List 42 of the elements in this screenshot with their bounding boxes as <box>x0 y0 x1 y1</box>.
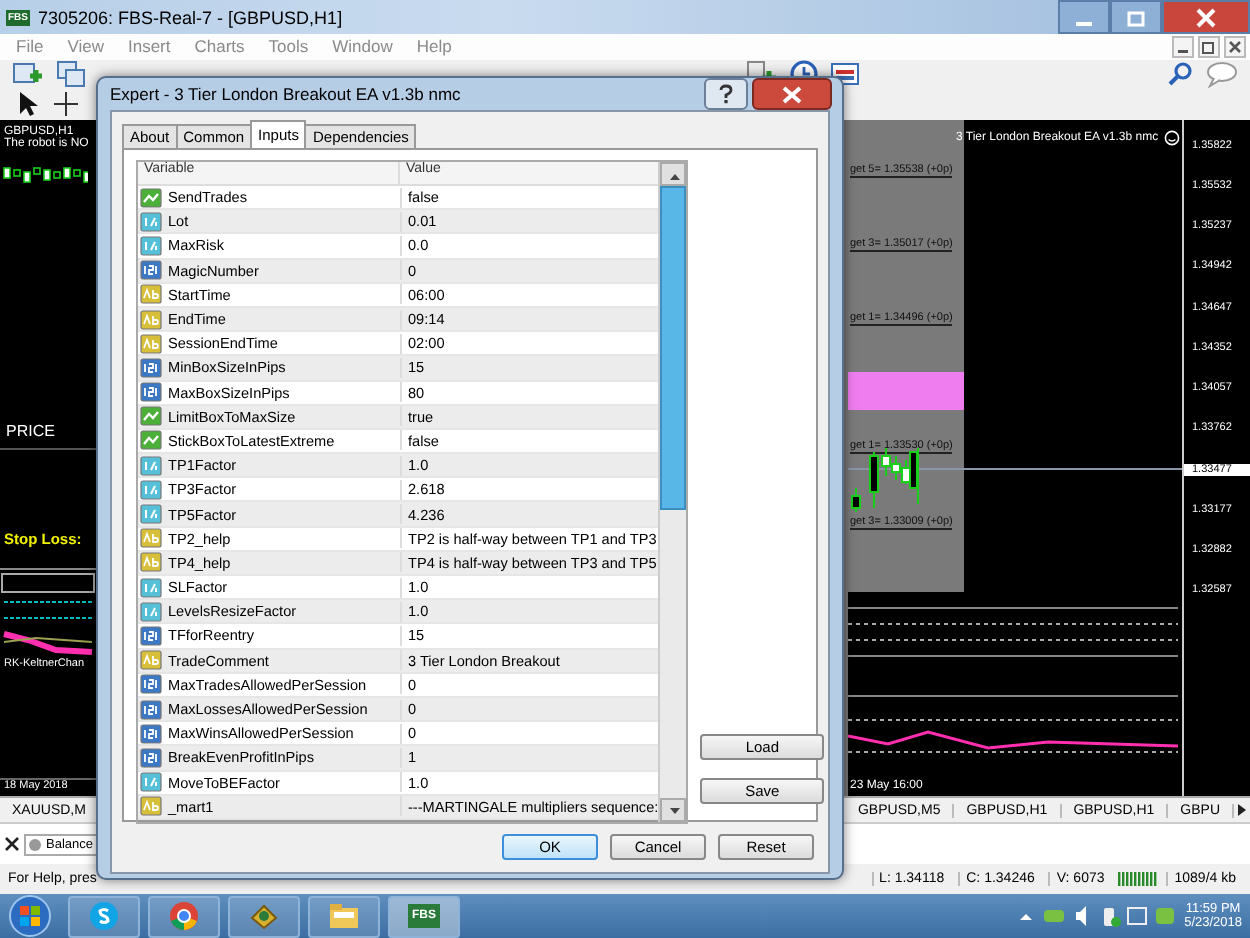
restore-icon[interactable] <box>1198 35 1220 58</box>
scroll-thumb[interactable] <box>660 186 687 510</box>
candlestick-drawing <box>850 443 920 512</box>
breakout-band <box>848 371 964 410</box>
scroll-down-icon[interactable] <box>660 798 687 822</box>
app-icon <box>168 900 200 933</box>
close-icon[interactable] <box>1224 35 1246 58</box>
folder-icon <box>328 900 360 933</box>
maximize-icon <box>1126 7 1146 27</box>
menu-item[interactable]: Help <box>416 36 452 57</box>
tray-icons-drawing[interactable] <box>1016 904 1177 929</box>
scroll-right-icon[interactable] <box>1234 800 1250 821</box>
scrollbar[interactable] <box>658 162 687 822</box>
window-title: 7305206: FBS-Real-7 - [GBPUSD,H1] <box>38 7 343 27</box>
dialog-title: Expert - 3 Tier London Breakout EA v1.3b nmc <box>110 84 463 104</box>
help-button[interactable] <box>704 78 748 110</box>
minimize-icon[interactable] <box>1172 35 1194 58</box>
crosshair-icon[interactable] <box>52 90 80 119</box>
connection-icon <box>1118 870 1159 889</box>
taskbar-app[interactable] <box>68 895 140 938</box>
close-button[interactable] <box>1162 0 1250 34</box>
new-chart-icon[interactable] <box>12 60 44 89</box>
minimize-icon <box>1076 21 1092 25</box>
maximize-button[interactable] <box>1110 0 1162 34</box>
smiley-icon <box>1164 129 1181 146</box>
close-button[interactable] <box>752 78 832 110</box>
help-icon <box>718 84 734 104</box>
close-icon <box>782 85 802 103</box>
app-icon <box>88 900 120 933</box>
search-icon[interactable] <box>1166 60 1194 89</box>
balance-icon <box>28 837 42 852</box>
minimize-button[interactable] <box>1058 0 1110 34</box>
taskbar-app[interactable] <box>228 895 300 938</box>
templates-icon[interactable] <box>830 60 862 89</box>
menu-item[interactable]: Window <box>332 36 393 57</box>
scroll-up-icon[interactable] <box>660 162 687 186</box>
taskbar-app[interactable] <box>308 895 380 938</box>
app-icon <box>248 900 280 933</box>
profiles-icon[interactable] <box>56 60 88 89</box>
close-icon[interactable] <box>4 836 20 853</box>
close-icon <box>1196 7 1216 27</box>
taskbar-app[interactable] <box>148 895 220 938</box>
